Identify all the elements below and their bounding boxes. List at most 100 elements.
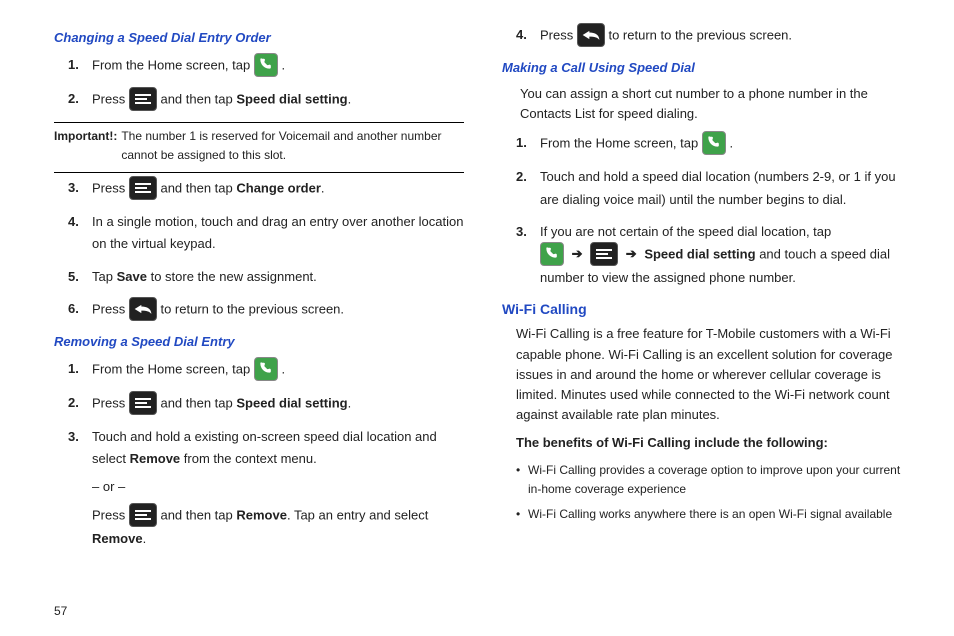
step: 6. Press to return to the previous scree… <box>74 298 464 322</box>
bold-text: Remove <box>130 451 181 466</box>
step-text: to return to the previous screen. <box>160 301 344 316</box>
step-text: . <box>348 92 352 107</box>
step: 1. From the Home screen, tap . <box>522 132 912 156</box>
step-text: Press <box>92 92 129 107</box>
menu-icon <box>590 242 618 266</box>
bold-text: Speed dial setting <box>236 395 347 410</box>
step-text: . <box>281 58 285 73</box>
step-text: Touch and hold a speed dial location (nu… <box>540 169 896 206</box>
menu-icon <box>129 391 157 415</box>
step-number: 4. <box>516 24 527 46</box>
step-text: Press <box>540 27 577 42</box>
wifi-benefits-list: Wi-Fi Calling provides a coverage option… <box>516 461 912 523</box>
step-number: 2. <box>68 392 79 414</box>
step-number: 1. <box>516 132 527 154</box>
step: 4. Press to return to the previous scree… <box>522 24 912 48</box>
step-number: 2. <box>68 88 79 110</box>
step-number: 3. <box>68 177 79 199</box>
note-text: The number 1 is reserved for Voicemail a… <box>121 127 464 164</box>
steps-speed-dial: 1. From the Home screen, tap . 2. Touch … <box>502 132 912 288</box>
step-number: 5. <box>68 266 79 288</box>
list-item: Wi-Fi Calling provides a coverage option… <box>516 461 912 498</box>
step-text: . <box>348 395 352 410</box>
step-text: From the Home screen, tap <box>92 58 254 73</box>
right-column: 4. Press to return to the previous scree… <box>502 24 912 560</box>
bold-text: Remove <box>92 531 143 546</box>
step: 2. Press and then tap Speed dial setting… <box>74 392 464 416</box>
step-text: and then tap <box>160 181 236 196</box>
step-text: From the Home screen, tap <box>92 361 254 376</box>
step-text: to return to the previous screen. <box>608 27 792 42</box>
step-text: . Tap an entry and select <box>287 507 428 522</box>
step: 3. Press and then tap Change order. <box>74 177 464 201</box>
important-note: Important!: The number 1 is reserved for… <box>54 127 464 164</box>
step-number: 2. <box>516 166 527 188</box>
heading-wifi-calling: Wi-Fi Calling <box>502 299 912 321</box>
heading-remove: Removing a Speed Dial Entry <box>54 332 464 352</box>
bold-text: Save <box>117 269 147 284</box>
phone-icon <box>702 131 726 155</box>
steps-change-order-cont: 3. Press and then tap Change order. 4. I… <box>54 177 464 321</box>
heading-speed-dial-call: Making a Call Using Speed Dial <box>502 58 912 78</box>
step-text: . <box>281 361 285 376</box>
step-number: 4. <box>68 211 79 233</box>
step-text: and then tap <box>160 507 236 522</box>
step-number: 1. <box>68 358 79 380</box>
step: 1. From the Home screen, tap . <box>74 54 464 78</box>
phone-icon <box>254 53 278 77</box>
arrow-icon: ➔ <box>568 246 587 261</box>
step: 3. Touch and hold a existing on-screen s… <box>74 426 464 550</box>
step-text: From the Home screen, tap <box>540 136 702 151</box>
step-text: . <box>729 136 733 151</box>
step-text: Tap <box>92 269 117 284</box>
step-text: and then tap <box>160 92 236 107</box>
step: 5. Tap Save to store the new assignment. <box>74 266 464 288</box>
step-number: 3. <box>68 426 79 448</box>
bold-text: Change order <box>236 181 321 196</box>
wifi-paragraph: Wi-Fi Calling is a free feature for T-Mo… <box>516 324 912 425</box>
step-number: 1. <box>68 54 79 76</box>
or-text: – or – <box>92 476 464 498</box>
step-text: to store the new assignment. <box>151 269 317 284</box>
step-number: 3. <box>516 221 527 243</box>
divider <box>54 172 464 173</box>
back-icon <box>577 23 605 47</box>
step-text: In a single motion, touch and drag an en… <box>92 214 463 251</box>
phone-icon <box>254 357 278 381</box>
steps-remove-cont: 4. Press to return to the previous scree… <box>502 24 912 48</box>
note-label: Important!: <box>54 127 117 164</box>
heading-change-order: Changing a Speed Dial Entry Order <box>54 28 464 48</box>
manual-page: Changing a Speed Dial Entry Order 1. Fro… <box>0 0 954 570</box>
bold-text: Speed dial setting <box>236 92 347 107</box>
wifi-benefits-heading: The benefits of Wi-Fi Calling include th… <box>516 433 912 453</box>
back-icon <box>129 297 157 321</box>
intro-text: You can assign a short cut number to a p… <box>520 84 912 124</box>
step-text: . <box>321 181 325 196</box>
menu-icon <box>129 503 157 527</box>
step-text: from the context menu. <box>184 451 317 466</box>
step-text: Press <box>92 395 129 410</box>
step-number: 6. <box>68 298 79 320</box>
steps-remove: 1. From the Home screen, tap . 2. Press … <box>54 358 464 550</box>
step: 2. Touch and hold a speed dial location … <box>522 166 912 210</box>
step: 2. Press and then tap Speed dial setting… <box>74 88 464 112</box>
steps-change-order: 1. From the Home screen, tap . 2. Press … <box>54 54 464 112</box>
divider <box>54 122 464 123</box>
step: 4. In a single motion, touch and drag an… <box>74 211 464 255</box>
step: 3. If you are not certain of the speed d… <box>522 221 912 289</box>
list-item: Wi-Fi Calling works anywhere there is an… <box>516 505 912 524</box>
bold-text: Speed dial setting <box>644 246 755 261</box>
step-text: and then tap <box>160 395 236 410</box>
step-text: Press <box>92 181 129 196</box>
arrow-icon: ➔ <box>622 246 641 261</box>
step-text: Press <box>92 507 129 522</box>
page-number: 57 <box>54 604 67 618</box>
step-text: If you are not certain of the speed dial… <box>540 224 831 239</box>
menu-icon <box>129 176 157 200</box>
phone-icon <box>540 242 564 266</box>
menu-icon <box>129 87 157 111</box>
step-text: . <box>143 531 147 546</box>
step-text: Press <box>92 301 129 316</box>
left-column: Changing a Speed Dial Entry Order 1. Fro… <box>54 24 464 560</box>
bold-text: Remove <box>236 507 287 522</box>
